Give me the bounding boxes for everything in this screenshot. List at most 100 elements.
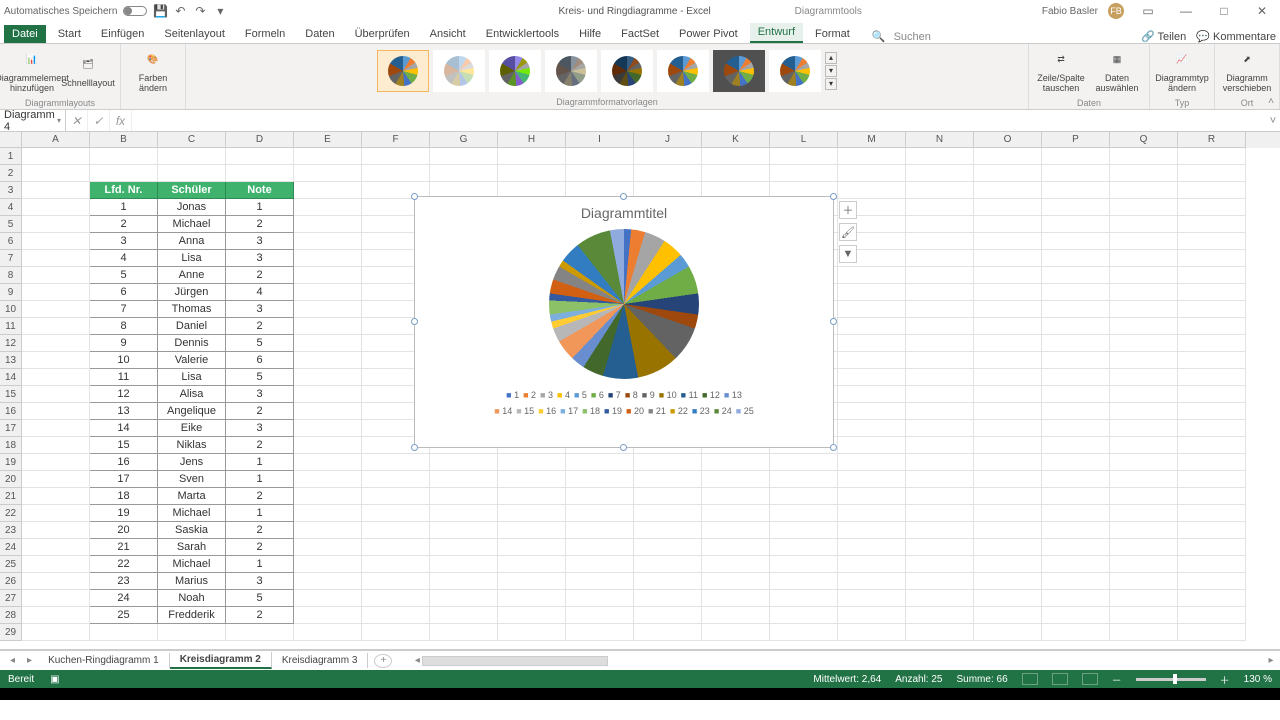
cell[interactable] xyxy=(974,182,1042,199)
cell[interactable] xyxy=(158,624,226,641)
enter-formula-icon[interactable]: ✓ xyxy=(88,110,110,131)
cell[interactable] xyxy=(294,250,362,267)
cell[interactable] xyxy=(22,165,90,182)
cell[interactable] xyxy=(974,301,1042,318)
cell[interactable] xyxy=(974,437,1042,454)
cell[interactable] xyxy=(22,233,90,250)
legend-item[interactable]: 21 xyxy=(648,403,666,419)
cell[interactable] xyxy=(634,505,702,522)
cell[interactable] xyxy=(90,148,158,165)
cell[interactable] xyxy=(906,420,974,437)
cell[interactable] xyxy=(1042,573,1110,590)
column-header[interactable]: F xyxy=(362,132,430,148)
cell[interactable] xyxy=(906,182,974,199)
cell[interactable] xyxy=(498,471,566,488)
cell[interactable] xyxy=(362,488,430,505)
row-header[interactable]: 22 xyxy=(0,505,22,522)
legend-item[interactable]: 12 xyxy=(702,387,720,403)
cell[interactable]: 3 xyxy=(226,573,294,590)
cell[interactable] xyxy=(430,488,498,505)
cell[interactable] xyxy=(1110,216,1178,233)
cell[interactable] xyxy=(906,403,974,420)
tab-view[interactable]: Ansicht xyxy=(422,25,474,43)
minimize-icon[interactable]: ― xyxy=(1172,4,1200,18)
cell[interactable] xyxy=(1110,284,1178,301)
cell[interactable] xyxy=(430,148,498,165)
cell[interactable] xyxy=(362,471,430,488)
cell[interactable] xyxy=(1178,216,1246,233)
view-normal-icon[interactable] xyxy=(1022,673,1038,685)
row-header[interactable]: 5 xyxy=(0,216,22,233)
tab-powerpivot[interactable]: Power Pivot xyxy=(671,25,746,43)
row-header[interactable]: 26 xyxy=(0,573,22,590)
legend-item[interactable]: 3 xyxy=(540,387,553,403)
cell[interactable]: Sven xyxy=(158,471,226,488)
cell[interactable] xyxy=(362,624,430,641)
cell[interactable] xyxy=(498,556,566,573)
cell[interactable] xyxy=(1042,284,1110,301)
row-header[interactable]: 4 xyxy=(0,199,22,216)
cell[interactable] xyxy=(566,607,634,624)
cell[interactable]: Lisa xyxy=(158,369,226,386)
cell[interactable]: 3 xyxy=(90,233,158,250)
cell[interactable]: 3 xyxy=(226,250,294,267)
cell[interactable] xyxy=(634,522,702,539)
cell[interactable] xyxy=(1110,267,1178,284)
add-chart-element-button[interactable]: 📊 Diagrammelement hinzufügen xyxy=(6,46,58,96)
cell[interactable] xyxy=(294,369,362,386)
cell[interactable] xyxy=(294,233,362,250)
cell[interactable] xyxy=(1042,471,1110,488)
cell[interactable] xyxy=(1178,573,1246,590)
cell[interactable]: Niklas xyxy=(158,437,226,454)
switch-row-column-button[interactable]: ⇄ Zeile/Spalte tauschen xyxy=(1035,46,1087,96)
tab-review[interactable]: Überprüfen xyxy=(347,25,418,43)
column-header[interactable]: G xyxy=(430,132,498,148)
cell[interactable] xyxy=(498,505,566,522)
cell[interactable] xyxy=(634,471,702,488)
cell[interactable] xyxy=(158,148,226,165)
cell[interactable] xyxy=(566,471,634,488)
style-gallery-more[interactable]: ▾ xyxy=(825,78,837,90)
cell[interactable]: 4 xyxy=(226,284,294,301)
legend-item[interactable]: 2 xyxy=(523,387,536,403)
chart-style-2[interactable] xyxy=(433,50,485,92)
chart-style-5[interactable] xyxy=(601,50,653,92)
cell[interactable]: 7 xyxy=(90,301,158,318)
cell[interactable] xyxy=(498,522,566,539)
zoom-level[interactable]: 130 % xyxy=(1244,674,1272,685)
cell[interactable] xyxy=(1042,522,1110,539)
cell[interactable] xyxy=(1178,590,1246,607)
cell[interactable] xyxy=(362,590,430,607)
legend-item[interactable]: 13 xyxy=(724,387,742,403)
legend-item[interactable]: 24 xyxy=(714,403,732,419)
pie-chart[interactable] xyxy=(549,229,699,379)
cell[interactable] xyxy=(566,573,634,590)
cell[interactable] xyxy=(906,454,974,471)
tab-devtools[interactable]: Entwicklertools xyxy=(478,25,567,43)
resize-handle[interactable] xyxy=(830,193,837,200)
chart-elements-icon[interactable]: ＋ xyxy=(839,201,857,219)
legend-item[interactable]: 11 xyxy=(681,387,698,403)
cell[interactable]: 2 xyxy=(226,488,294,505)
cell[interactable] xyxy=(498,607,566,624)
cell[interactable] xyxy=(1042,556,1110,573)
cell[interactable] xyxy=(1178,488,1246,505)
cell[interactable] xyxy=(22,318,90,335)
cell[interactable] xyxy=(1042,403,1110,420)
cell[interactable]: 1 xyxy=(226,556,294,573)
cell[interactable] xyxy=(294,335,362,352)
cell[interactable] xyxy=(838,301,906,318)
cell[interactable] xyxy=(906,165,974,182)
cell[interactable] xyxy=(1110,505,1178,522)
cell[interactable]: 17 xyxy=(90,471,158,488)
row-header[interactable]: 27 xyxy=(0,590,22,607)
cell[interactable] xyxy=(770,471,838,488)
sheet-nav-prev[interactable]: ◂ xyxy=(4,655,21,666)
cell[interactable]: 24 xyxy=(90,590,158,607)
cell[interactable] xyxy=(702,505,770,522)
cell[interactable] xyxy=(1110,573,1178,590)
cell[interactable]: 23 xyxy=(90,573,158,590)
cell[interactable] xyxy=(22,471,90,488)
cell[interactable]: 8 xyxy=(90,318,158,335)
cell[interactable]: Note xyxy=(226,182,294,199)
